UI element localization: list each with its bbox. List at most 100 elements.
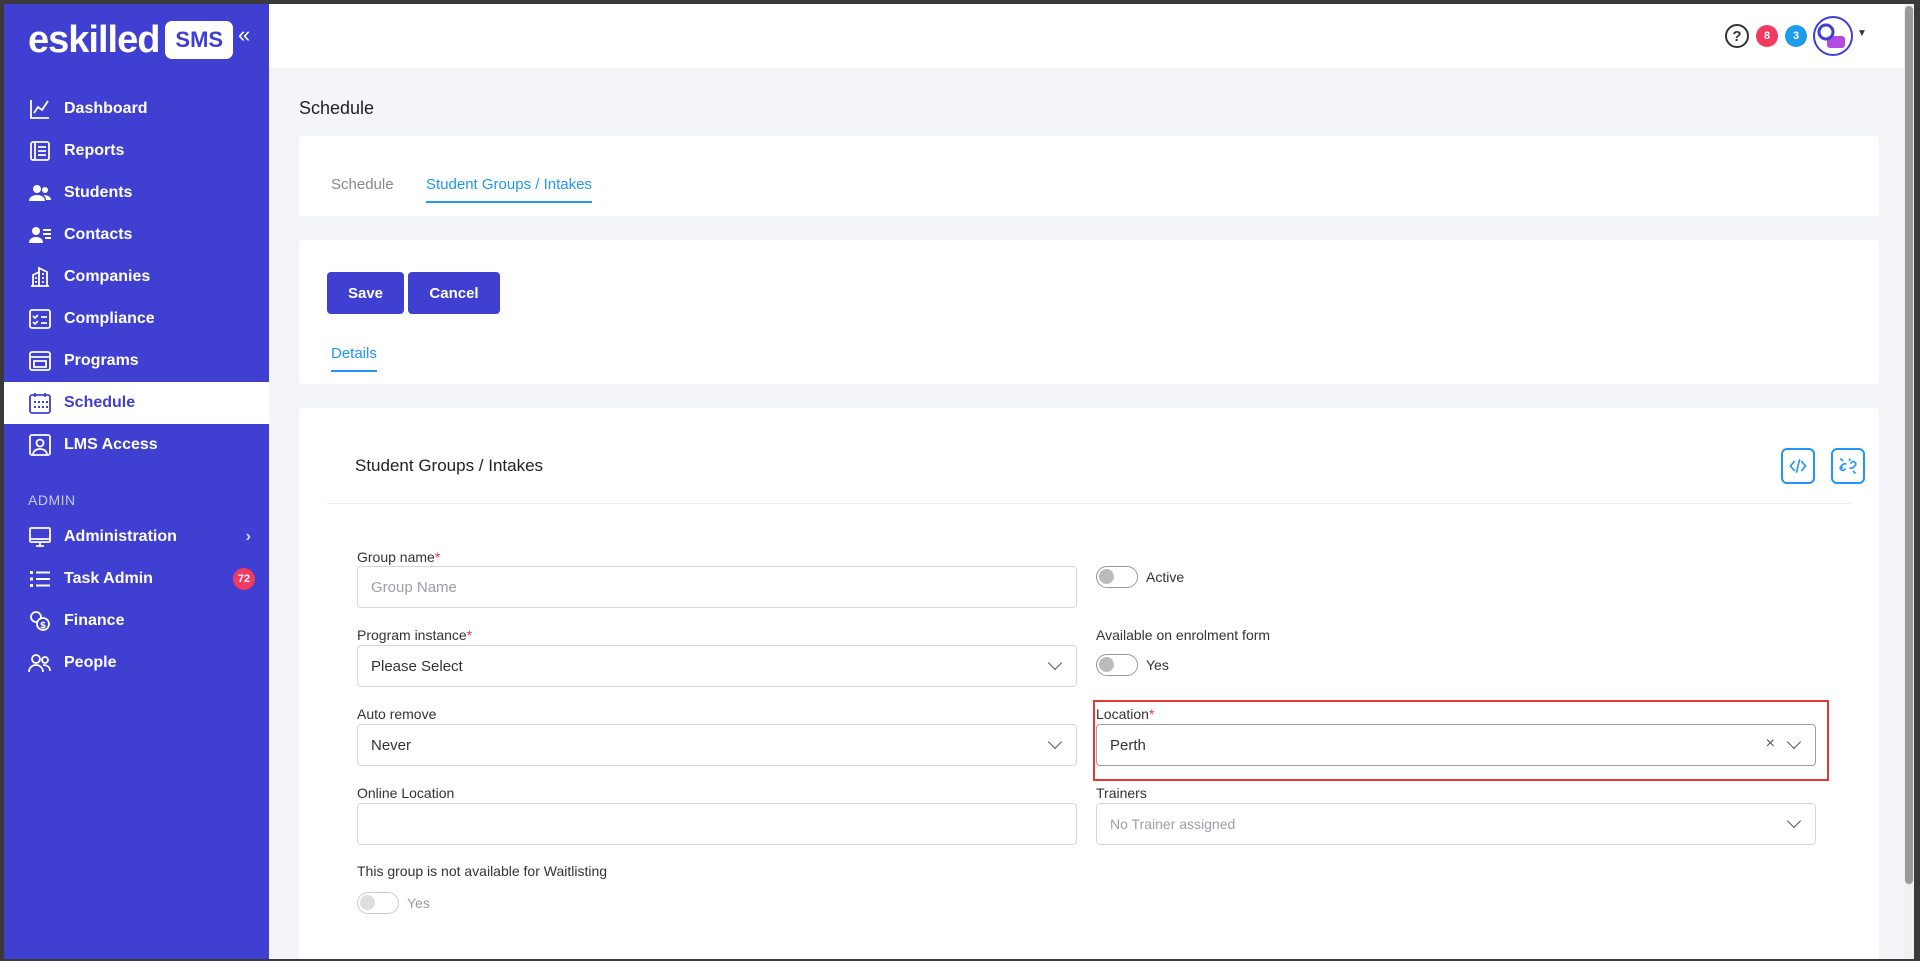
app-window: eskilled SMS « Dashboard Reports Student… [4,4,1914,959]
sidebar-item-finance[interactable]: $ Finance [4,600,269,642]
notification-badge-blue[interactable]: 3 [1785,25,1807,47]
sidebar-item-schedule[interactable]: Schedule [4,382,269,424]
location-label-text: Location [1096,706,1149,722]
sidebar-section-admin: ADMIN [28,492,76,508]
program-instance-label-text: Program instance [357,627,467,643]
browser-window-icon [29,351,51,371]
code-button[interactable] [1781,448,1815,484]
auto-remove-label: Auto remove [357,706,437,722]
chevron-right-icon: › [245,528,251,545]
logo[interactable]: eskilled SMS [28,18,234,62]
waitlist-label: This group is not available for Waitlist… [357,863,608,879]
auto-remove-value: Never [371,736,412,754]
sidebar-item-label: LMS Access [64,436,158,453]
clear-icon[interactable]: × [1766,735,1775,753]
notification-badge-red[interactable]: 8 [1756,25,1778,47]
topbar: ? 8 3 ▼ [269,4,1914,68]
program-instance-select[interactable]: Please Select [357,645,1077,687]
sidebar-item-label: Companies [64,268,151,285]
sidebar-item-dashboard[interactable]: Dashboard [4,88,269,130]
enrolment-form-toggle[interactable] [1096,654,1138,676]
broken-link-icon [1839,457,1857,475]
sidebar-item-reports[interactable]: Reports [4,130,269,172]
user-badge-icon [29,434,51,456]
location-select[interactable]: Perth × [1096,724,1816,766]
sidebar-item-label: Reports [64,142,125,159]
task-list-icon [30,571,50,587]
sidebar-item-administration[interactable]: Administration › [4,516,269,558]
sidebar-item-label: Administration [64,528,177,545]
monitor-icon [29,527,51,547]
auto-remove-select[interactable]: Never [357,724,1077,766]
chevron-down-icon [1047,655,1063,671]
logo-text: eskilled [28,18,160,61]
sidebar-item-label: Students [64,184,133,201]
sidebar-item-task-admin[interactable]: Task Admin 72 [4,558,269,600]
logo-badge: SMS [165,21,234,59]
sidebar: eskilled SMS « Dashboard Reports Student… [4,4,269,959]
caret-down-icon[interactable]: ▼ [1857,28,1867,39]
building-icon [31,266,49,287]
sidebar-item-students[interactable]: Students [4,172,269,214]
location-value: Perth [1110,736,1146,754]
trainers-select[interactable]: No Trainer assigned [1096,803,1816,845]
svg-text:$: $ [40,621,46,631]
group-name-input[interactable]: Group Name [357,566,1077,608]
sidebar-item-people[interactable]: People [4,642,269,684]
tab-schedule[interactable]: Schedule [331,176,394,201]
tab-student-groups-intakes[interactable]: Student Groups / Intakes [426,176,592,203]
sidebar-item-lms-access[interactable]: LMS Access [4,424,269,466]
sidebar-item-label: Schedule [64,394,136,411]
question-circle-icon[interactable]: ? [1725,24,1749,48]
online-location-input[interactable] [357,803,1077,845]
sidebar-item-contacts[interactable]: Contacts [4,214,269,256]
people-outline-icon [28,654,51,673]
save-button[interactable]: Save [327,272,404,314]
group-name-label-text: Group name [357,549,435,565]
sidebar-item-compliance[interactable]: Compliance [4,298,269,340]
sidebar-item-programs[interactable]: Programs [4,340,269,382]
users-icon [29,185,51,201]
enrolment-toggle-label: Yes [1146,657,1169,673]
page-scrollbar[interactable] [1904,4,1914,959]
tab-details[interactable]: Details [331,345,377,372]
online-location-label: Online Location [357,785,455,801]
enrolment-form-label: Available on enrolment form [1096,627,1271,643]
double-chevron-left-icon[interactable]: « [238,24,250,46]
sidebar-item-label: Task Admin [64,570,153,587]
chevron-down-icon [1047,734,1063,750]
unlink-button[interactable] [1831,448,1865,484]
program-instance-label: Program instance* [357,627,472,643]
tabs-card: Schedule Student Groups / Intakes [299,136,1879,216]
active-toggle[interactable] [1096,566,1138,588]
sidebar-item-label: Finance [64,612,125,629]
code-icon [1789,459,1807,473]
cancel-button[interactable]: Cancel [408,272,500,314]
chevron-down-icon [1786,813,1802,829]
contact-card-icon [29,227,51,243]
sidebar-item-companies[interactable]: Companies [4,256,269,298]
checklist-icon [29,309,51,329]
coins-icon: $ [30,611,50,631]
sidebar-item-label: Compliance [64,310,155,327]
trainers-placeholder: No Trainer assigned [1110,816,1236,832]
page-title: Schedule [299,98,375,118]
trainers-label: Trainers [1096,785,1147,801]
calendar-icon [29,393,51,414]
sidebar-item-label: Contacts [64,226,133,243]
chart-line-icon [30,100,49,119]
report-list-icon [30,141,50,161]
sidebar-item-label: Programs [64,352,139,369]
group-name-label: Group name* [357,549,440,565]
sidebar-item-label: People [64,654,117,671]
waitlist-toggle[interactable] [357,892,399,914]
form-header: Student Groups / Intakes [327,408,1865,504]
actions-card: Save Cancel Details [299,240,1879,384]
chevron-down-icon [1786,734,1802,750]
required-mark: * [466,627,473,643]
scrollbar-thumb[interactable] [1905,6,1913,884]
form-title: Student Groups / Intakes [355,456,544,475]
avatar[interactable] [1813,16,1853,56]
location-label: Location* [1096,706,1154,722]
task-count-badge: 72 [233,568,255,590]
